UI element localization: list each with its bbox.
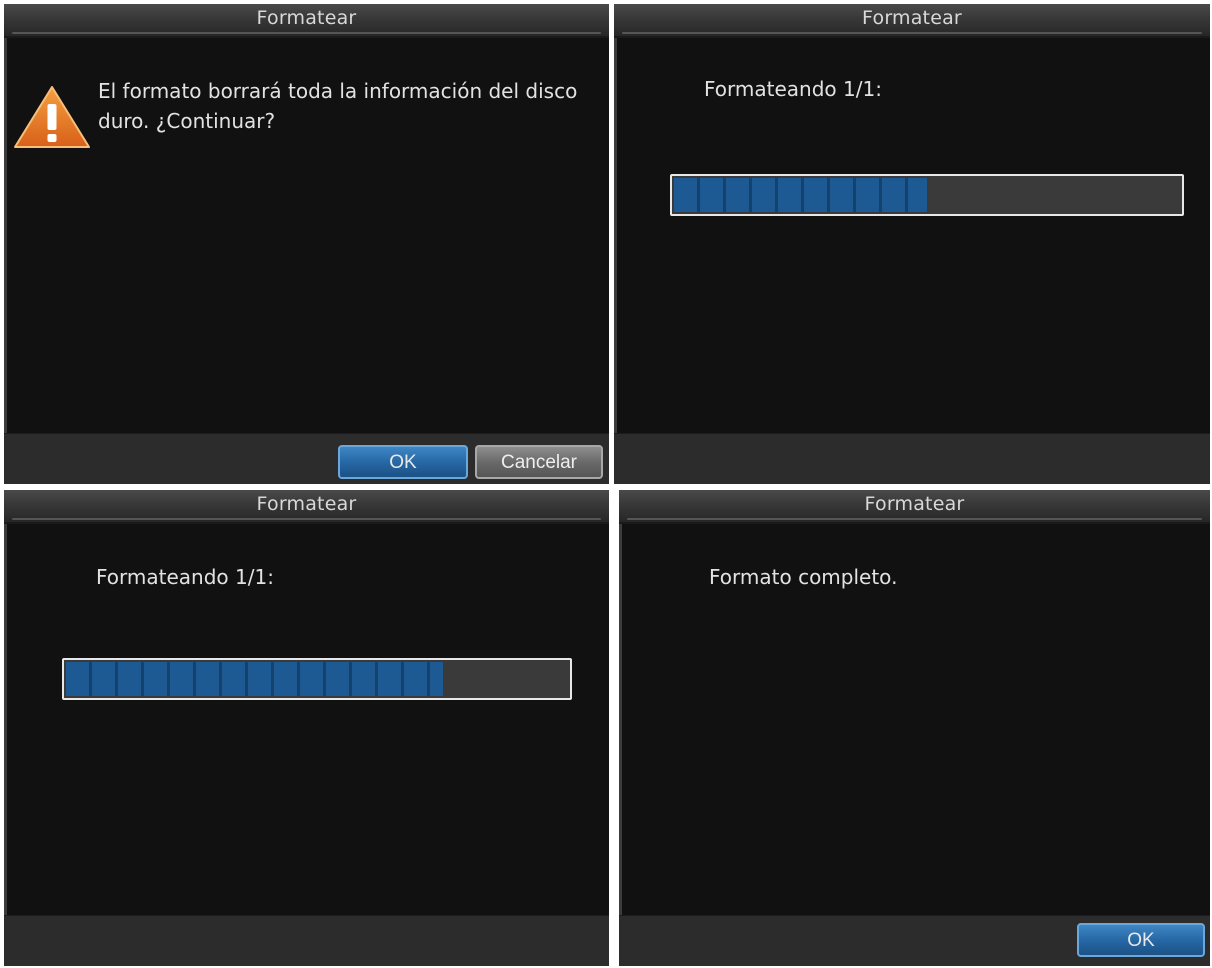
dialog-title: Formatear <box>862 7 962 29</box>
dialog-title: Formatear <box>256 493 357 515</box>
dialog-title: Formatear <box>256 7 357 29</box>
ok-button[interactable]: OK <box>338 445 468 479</box>
ok-button[interactable]: OK <box>1077 923 1205 957</box>
dialog-titlebar: Formatear <box>4 4 609 38</box>
format-complete-dialog: Formatear Formato completo. OK <box>619 490 1210 966</box>
progress-message: Formateando 1/1: <box>96 565 274 589</box>
dialog-titlebar: Formatear <box>619 490 1210 524</box>
format-progress-dialog: Formatear Formateando 1/1: <box>614 4 1210 484</box>
warning-icon <box>14 86 90 148</box>
progress-bar-fill <box>674 178 927 212</box>
confirm-message: El formato borrará toda la información d… <box>98 79 578 133</box>
dialog-titlebar: Formatear <box>614 4 1210 38</box>
progress-message: Formateando 1/1: <box>704 77 882 101</box>
progress-bar-fill <box>66 662 443 696</box>
format-confirm-dialog: Formatear El formato borrará toda la inf… <box>4 4 609 484</box>
dialog-title: Formatear <box>864 493 965 515</box>
format-progress-dialog: Formatear Formateando 1/1: <box>4 490 609 966</box>
complete-message: Formato completo. <box>709 565 898 589</box>
dialog-titlebar: Formatear <box>4 490 609 524</box>
dialog-footer <box>614 433 1210 484</box>
progress-bar <box>670 174 1184 216</box>
cancel-button[interactable]: Cancelar <box>475 445 603 479</box>
progress-bar <box>62 658 572 700</box>
dialog-footer <box>4 915 609 966</box>
